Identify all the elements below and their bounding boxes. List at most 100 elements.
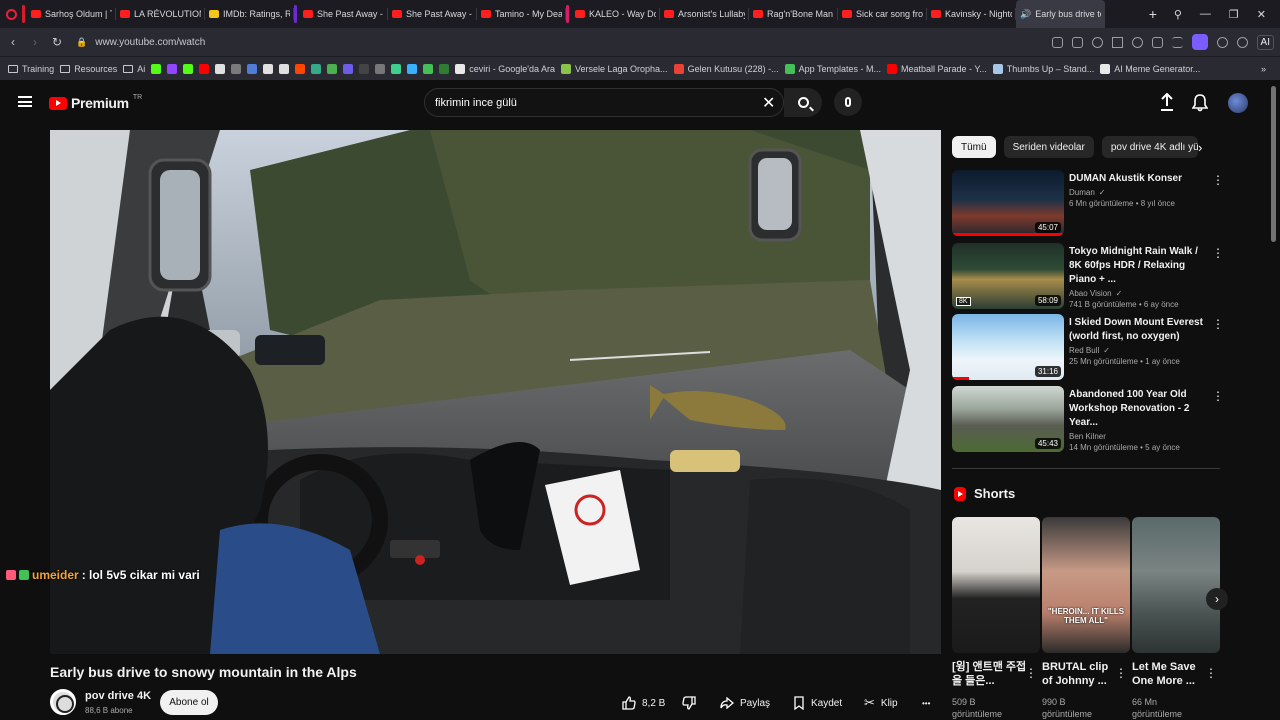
download-icon[interactable]	[1151, 36, 1163, 48]
recommended-video[interactable]: 8K 58:09 Tokyo Midnight Rain Walk / 8K 60f…	[952, 243, 1224, 309]
browser-tab[interactable]: IMDb: Ratings, Revi	[205, 0, 294, 28]
chevron-right-icon[interactable]: ›	[1198, 140, 1202, 155]
ai-button[interactable]: AI	[1256, 34, 1274, 50]
bookmark-item[interactable]	[247, 63, 258, 74]
page-scrollbar[interactable]	[1271, 86, 1276, 242]
profile-extension-icon[interactable]	[1191, 34, 1208, 50]
more-options-icon[interactable]: ⋮	[1025, 666, 1037, 680]
share-button[interactable]: Paylaş	[720, 690, 770, 716]
bookmark-item[interactable]	[439, 63, 450, 74]
bookmark-item[interactable]: AI Meme Generator...	[1100, 63, 1200, 74]
channel-avatar[interactable]	[50, 689, 76, 715]
bookmark-item[interactable]	[263, 63, 274, 74]
account-avatar[interactable]	[1228, 93, 1248, 113]
more-options-icon[interactable]: ⋮	[1212, 247, 1224, 259]
new-tab-button[interactable]: +	[1142, 6, 1164, 22]
filter-chip[interactable]: pov drive 4K adlı yük	[1101, 136, 1198, 158]
dislike-button[interactable]	[682, 690, 696, 716]
reload-button[interactable]: ↻	[46, 35, 68, 49]
video-thumbnail[interactable]: 45:43	[952, 386, 1064, 452]
video-title[interactable]: DUMAN Akustik Konser	[1069, 172, 1209, 186]
video-thumbnail[interactable]: 8K 58:09	[952, 243, 1064, 309]
bookmark-item[interactable]: App Templates - M...	[784, 63, 881, 74]
search-button[interactable]	[784, 88, 822, 117]
browser-tab[interactable]: She Past Away - Ka	[299, 0, 388, 28]
bookmark-item[interactable]	[343, 63, 354, 74]
heart-icon[interactable]	[1131, 36, 1143, 48]
bookmark-item[interactable]: Thumbs Up – Stand...	[992, 63, 1094, 74]
browser-tab[interactable]: 🔊Early bus drive to sno	[1016, 0, 1105, 28]
bookmark-item[interactable]	[375, 63, 386, 74]
bookmark-item[interactable]	[295, 63, 306, 74]
bookmark-item[interactable]	[311, 63, 322, 74]
bookmark-item[interactable]	[423, 63, 434, 74]
youtube-premium-logo[interactable]: Premium TR	[49, 94, 142, 111]
bookmark-item[interactable]: Gelen Kutusu (228) -...	[673, 63, 779, 74]
recommended-video[interactable]: 31:16 I Skied Down Mount Everest (world f…	[952, 314, 1224, 380]
short-title[interactable]: [윙] 앤트맨 주접을 들은...	[952, 660, 1028, 688]
menu-icon[interactable]	[1171, 36, 1183, 48]
forward-button[interactable]: ›	[24, 35, 46, 49]
browser-tab[interactable]: Sarhoş Oldum | Tol	[27, 0, 116, 28]
bookmark-item[interactable]	[231, 63, 242, 74]
video-title[interactable]: Tokyo Midnight Rain Walk / 8K 60fps HDR …	[1069, 245, 1209, 287]
filter-chip[interactable]: Seriden videolar	[1003, 136, 1094, 158]
browser-tab[interactable]: Arsonist's Lullaby (	[660, 0, 749, 28]
menu-icon[interactable]	[18, 96, 32, 107]
browser-tab[interactable]: Kavinsky - Nightca	[927, 0, 1016, 28]
tab-search-icon[interactable]: ⚲	[1174, 8, 1182, 21]
channel-name[interactable]: Abao Vision	[1069, 289, 1112, 298]
bookmark-item[interactable]	[167, 63, 178, 74]
short-thumbnail[interactable]: "HEROIN... IT KILLS THEM ALL"	[1042, 517, 1130, 653]
browser-tab[interactable]: Sick car song from	[838, 0, 927, 28]
bookmark-item[interactable]: Resources	[60, 64, 117, 74]
recommended-video[interactable]: 45:43 Abandoned 100 Year Old Workshop Ren…	[952, 386, 1224, 452]
bookmark-item[interactable]: Versele Laga Oropha...	[561, 63, 668, 74]
notifications-bell-icon[interactable]	[1192, 94, 1208, 112]
maximize-button[interactable]: ❐	[1229, 8, 1239, 21]
channel-name[interactable]: Ben Kilner	[1069, 432, 1106, 441]
bookmark-item[interactable]	[199, 63, 210, 74]
browser-tab[interactable]: LA RÉVOLUTION FF	[116, 0, 205, 28]
close-window-button[interactable]: ✕	[1257, 8, 1266, 21]
short-thumbnail[interactable]	[952, 517, 1040, 653]
bookmark-item[interactable]	[279, 63, 290, 74]
browser-tab[interactable]: Tamino - My Deare	[477, 0, 566, 28]
bookmark-item[interactable]	[391, 63, 402, 74]
short-thumbnail[interactable]	[1132, 517, 1220, 653]
send-icon[interactable]	[1111, 36, 1123, 48]
video-title[interactable]: Abandoned 100 Year Old Workshop Renovati…	[1069, 388, 1209, 430]
more-options-icon[interactable]: ⋮	[1212, 174, 1224, 186]
channel-name[interactable]: Duman	[1069, 188, 1095, 197]
clear-search-icon[interactable]: ✕	[762, 93, 775, 113]
clip-button[interactable]: ✂ Klip	[864, 690, 898, 716]
bookmark-item[interactable]	[215, 63, 226, 74]
more-options-icon[interactable]: ⋮	[1205, 666, 1217, 680]
channel-name[interactable]: pov drive 4K	[85, 690, 151, 702]
voice-search-button[interactable]	[834, 88, 862, 116]
short-title[interactable]: Let Me Save One More ...	[1132, 660, 1208, 688]
bookmark-item[interactable]: ceviri - Google'da Ara	[455, 63, 555, 74]
bookmark-item[interactable]: Ai	[123, 64, 145, 74]
save-button[interactable]: Kaydet	[793, 690, 842, 716]
more-actions-button[interactable]: •••	[922, 690, 930, 716]
minimize-button[interactable]: —	[1200, 8, 1211, 20]
search-input[interactable]: fikrimin ince gülü	[424, 88, 784, 117]
settings-icon[interactable]	[1236, 36, 1248, 48]
shorts-next-button[interactable]: ›	[1206, 588, 1228, 610]
camera-icon[interactable]	[1071, 36, 1083, 48]
video-title[interactable]: I Skied Down Mount Everest (world first,…	[1069, 316, 1209, 344]
shield-icon[interactable]	[1091, 36, 1103, 48]
recommended-video[interactable]: 45:07 DUMAN Akustik Konser Duman ✓ 6 Mn görü…	[952, 170, 1224, 236]
messenger-icon[interactable]	[1216, 36, 1228, 48]
bookmark-item[interactable]: Training	[8, 64, 54, 74]
browser-tab[interactable]: KALEO - Way Down	[571, 0, 660, 28]
bookmark-item[interactable]	[327, 63, 338, 74]
upload-icon[interactable]	[1160, 93, 1174, 111]
bookmark-item[interactable]	[359, 63, 370, 74]
channel-name[interactable]: Red Bull	[1069, 346, 1099, 355]
more-options-icon[interactable]: ⋮	[1212, 318, 1224, 330]
pin-icon[interactable]	[1051, 36, 1063, 48]
back-button[interactable]: ‹	[2, 35, 24, 49]
video-thumbnail[interactable]: 31:16	[952, 314, 1064, 380]
